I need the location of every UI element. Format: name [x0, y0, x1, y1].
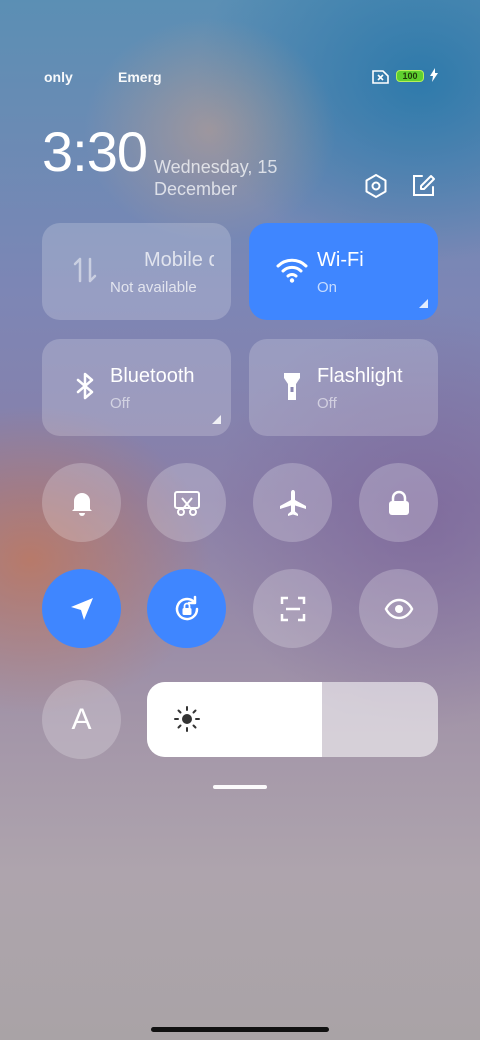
- airplane-toggle[interactable]: [253, 463, 332, 542]
- battery-icon: 100: [396, 70, 424, 82]
- carrier-2: Emerg: [118, 69, 162, 85]
- lock-icon: [388, 490, 409, 515]
- bluetooth-icon: [68, 369, 102, 403]
- eye-icon: [384, 598, 413, 619]
- bluetooth-tile[interactable]: Bluetooth Off: [42, 339, 231, 436]
- bell-toggle[interactable]: [42, 463, 121, 542]
- settings-icon[interactable]: [362, 172, 390, 200]
- bell-icon: [71, 492, 92, 516]
- brightness-slider[interactable]: [147, 682, 438, 757]
- flashlight-status: Off: [317, 395, 337, 412]
- mobile-data-label: Mobile data: [144, 249, 214, 271]
- wifi-status: On: [317, 279, 338, 296]
- wifi-label: Wi-Fi: [317, 249, 364, 271]
- location-icon: [70, 597, 93, 620]
- screenshot-toggle[interactable]: [147, 463, 226, 542]
- charging-bolt-icon: [429, 68, 439, 85]
- bluetooth-label: Bluetooth: [110, 365, 195, 387]
- expand-corner-icon: [419, 299, 428, 308]
- wifi-icon: [275, 253, 309, 287]
- flashlight-tile[interactable]: Flashlight Off: [249, 339, 438, 436]
- wifi-tile[interactable]: Wi-Fi On: [249, 223, 438, 320]
- expand-corner-icon: [212, 415, 221, 424]
- carrier-1: only: [44, 69, 73, 85]
- gesture-navigation-bar[interactable]: [151, 1027, 329, 1032]
- screenshot-scissors-icon: [173, 490, 200, 516]
- location-toggle[interactable]: [42, 569, 121, 648]
- mobile-data-tile[interactable]: Mobile data Not available: [42, 223, 231, 320]
- rotation-lock-icon: [175, 595, 198, 620]
- scanner-icon: [280, 596, 305, 621]
- date: Wednesday, 15 December: [154, 157, 278, 199]
- rotation-lock-toggle[interactable]: [147, 569, 226, 648]
- status-bar: only Emerg 100: [0, 68, 480, 86]
- font-toggle[interactable]: A: [42, 680, 121, 759]
- mobile-data-status: Not available: [110, 279, 197, 296]
- clock: 3:30: [42, 120, 148, 183]
- sun-icon: [173, 705, 201, 733]
- scanner-toggle[interactable]: [253, 569, 332, 648]
- drag-handle[interactable]: [213, 785, 267, 789]
- flashlight-label: Flashlight: [317, 365, 403, 387]
- font-label: A: [71, 702, 92, 736]
- no-sim-icon: [370, 69, 390, 88]
- reading-mode-toggle[interactable]: [359, 569, 438, 648]
- flashlight-icon: [275, 369, 309, 403]
- lock-toggle[interactable]: [359, 463, 438, 542]
- airplane-icon: [279, 489, 306, 516]
- mobile-data-icon: [68, 253, 102, 287]
- edit-icon[interactable]: [409, 172, 437, 200]
- bluetooth-status: Off: [110, 395, 130, 412]
